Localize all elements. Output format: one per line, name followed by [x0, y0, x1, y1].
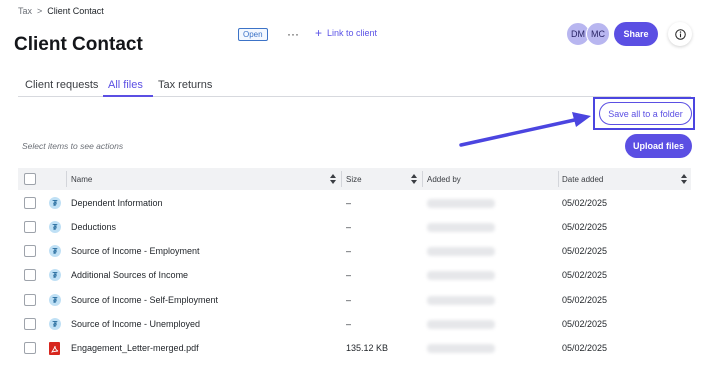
- plus-icon: +: [315, 26, 323, 40]
- pdf-icon: [49, 342, 60, 355]
- more-options-button[interactable]: ···: [287, 27, 299, 41]
- file-name[interactable]: Dependent Information: [71, 191, 163, 215]
- row-checkbox[interactable]: [24, 342, 36, 354]
- row-checkbox[interactable]: [24, 318, 36, 330]
- file-date: 05/02/2025: [562, 343, 608, 353]
- file-date: 05/02/2025: [562, 295, 608, 305]
- file-name[interactable]: Engagement_Letter-merged.pdf: [71, 336, 199, 360]
- table-header: Name Size Added by Date added: [18, 168, 691, 190]
- status-badge: Open: [238, 28, 268, 41]
- breadcrumb-separator: >: [37, 6, 43, 16]
- breadcrumb-current: Client Contact: [47, 6, 104, 16]
- column-header-size[interactable]: Size: [346, 168, 362, 190]
- avatar[interactable]: MC: [586, 22, 610, 46]
- breadcrumb-root[interactable]: Tax: [18, 6, 32, 16]
- table-row[interactable]: ₮ Additional Sources of Income – 05/02/2…: [18, 263, 691, 287]
- info-icon: [674, 28, 686, 40]
- link-to-client-button[interactable]: + Link to client: [315, 26, 378, 40]
- file-size: –: [346, 222, 352, 232]
- tab-all-files[interactable]: All files: [108, 79, 143, 91]
- file-size: –: [346, 198, 352, 208]
- page-title: Client Contact: [14, 34, 143, 55]
- tax-document-icon: ₮: [49, 197, 61, 209]
- row-checkbox[interactable]: [24, 197, 36, 209]
- file-date: 05/02/2025: [562, 246, 608, 256]
- redacted-added-by: [427, 247, 495, 256]
- annotation-arrow-icon: [459, 112, 591, 147]
- info-button[interactable]: [668, 22, 692, 46]
- table-row[interactable]: ₮ Deductions – 05/02/2025: [18, 215, 691, 239]
- upload-files-button[interactable]: Upload files: [625, 134, 692, 158]
- row-checkbox[interactable]: [24, 221, 36, 233]
- tax-document-icon: ₮: [49, 221, 61, 233]
- redacted-added-by: [427, 344, 495, 353]
- table-row[interactable]: Engagement_Letter-merged.pdf 135.12 KB 0…: [18, 336, 691, 360]
- tab-client-requests[interactable]: Client requests: [25, 79, 98, 91]
- file-size: 135.12 KB: [346, 343, 389, 353]
- table-row[interactable]: ₮ Dependent Information – 05/02/2025: [18, 191, 691, 215]
- file-size: –: [346, 319, 352, 329]
- sort-icon[interactable]: [681, 173, 687, 185]
- table-row[interactable]: ₮ Source of Income - Employment – 05/02/…: [18, 239, 691, 263]
- file-size: –: [346, 246, 352, 256]
- select-all-checkbox[interactable]: [24, 173, 36, 185]
- selection-hint: Select items to see actions: [22, 141, 124, 151]
- redacted-added-by: [427, 223, 495, 232]
- column-header-date-added[interactable]: Date added: [562, 168, 603, 190]
- column-header-name[interactable]: Name: [71, 168, 92, 190]
- file-date: 05/02/2025: [562, 319, 608, 329]
- file-date: 05/02/2025: [562, 198, 608, 208]
- breadcrumb: Tax > Client Contact: [18, 6, 104, 16]
- tab-tax-returns[interactable]: Tax returns: [158, 79, 212, 91]
- table-row[interactable]: ₮ Source of Income - Unemployed – 05/02/…: [18, 312, 691, 336]
- share-button[interactable]: Share: [614, 22, 658, 46]
- row-checkbox[interactable]: [24, 294, 36, 306]
- link-to-client-label: Link to client: [327, 28, 378, 38]
- row-checkbox[interactable]: [24, 269, 36, 281]
- tax-document-icon: ₮: [49, 318, 61, 330]
- sort-icon[interactable]: [330, 173, 336, 185]
- redacted-added-by: [427, 199, 495, 208]
- column-divider: [341, 171, 342, 187]
- column-divider: [422, 171, 423, 187]
- tax-document-icon: ₮: [49, 245, 61, 257]
- file-name[interactable]: Source of Income - Unemployed: [71, 312, 200, 336]
- sort-icon[interactable]: [411, 173, 417, 185]
- tax-document-icon: ₮: [49, 269, 61, 281]
- file-size: –: [346, 295, 352, 305]
- file-name[interactable]: Source of Income - Employment: [71, 239, 200, 263]
- column-divider: [66, 171, 67, 187]
- active-tab-indicator: [103, 95, 153, 97]
- row-checkbox[interactable]: [24, 245, 36, 257]
- column-header-added-by[interactable]: Added by: [427, 168, 461, 190]
- tab-bar: Client requests All files Tax returns: [18, 73, 691, 97]
- file-date: 05/02/2025: [562, 270, 608, 280]
- file-size: –: [346, 270, 352, 280]
- redacted-added-by: [427, 296, 495, 305]
- redacted-added-by: [427, 271, 495, 280]
- save-all-to-folder-button[interactable]: Save all to a folder: [599, 102, 692, 125]
- file-date: 05/02/2025: [562, 222, 608, 232]
- tax-document-icon: ₮: [49, 294, 61, 306]
- table-row[interactable]: ₮ Source of Income - Self-Employment – 0…: [18, 288, 691, 312]
- file-name[interactable]: Additional Sources of Income: [71, 263, 188, 287]
- file-name[interactable]: Deductions: [71, 215, 116, 239]
- redacted-added-by: [427, 320, 495, 329]
- column-divider: [558, 171, 559, 187]
- file-name[interactable]: Source of Income - Self-Employment: [71, 288, 218, 312]
